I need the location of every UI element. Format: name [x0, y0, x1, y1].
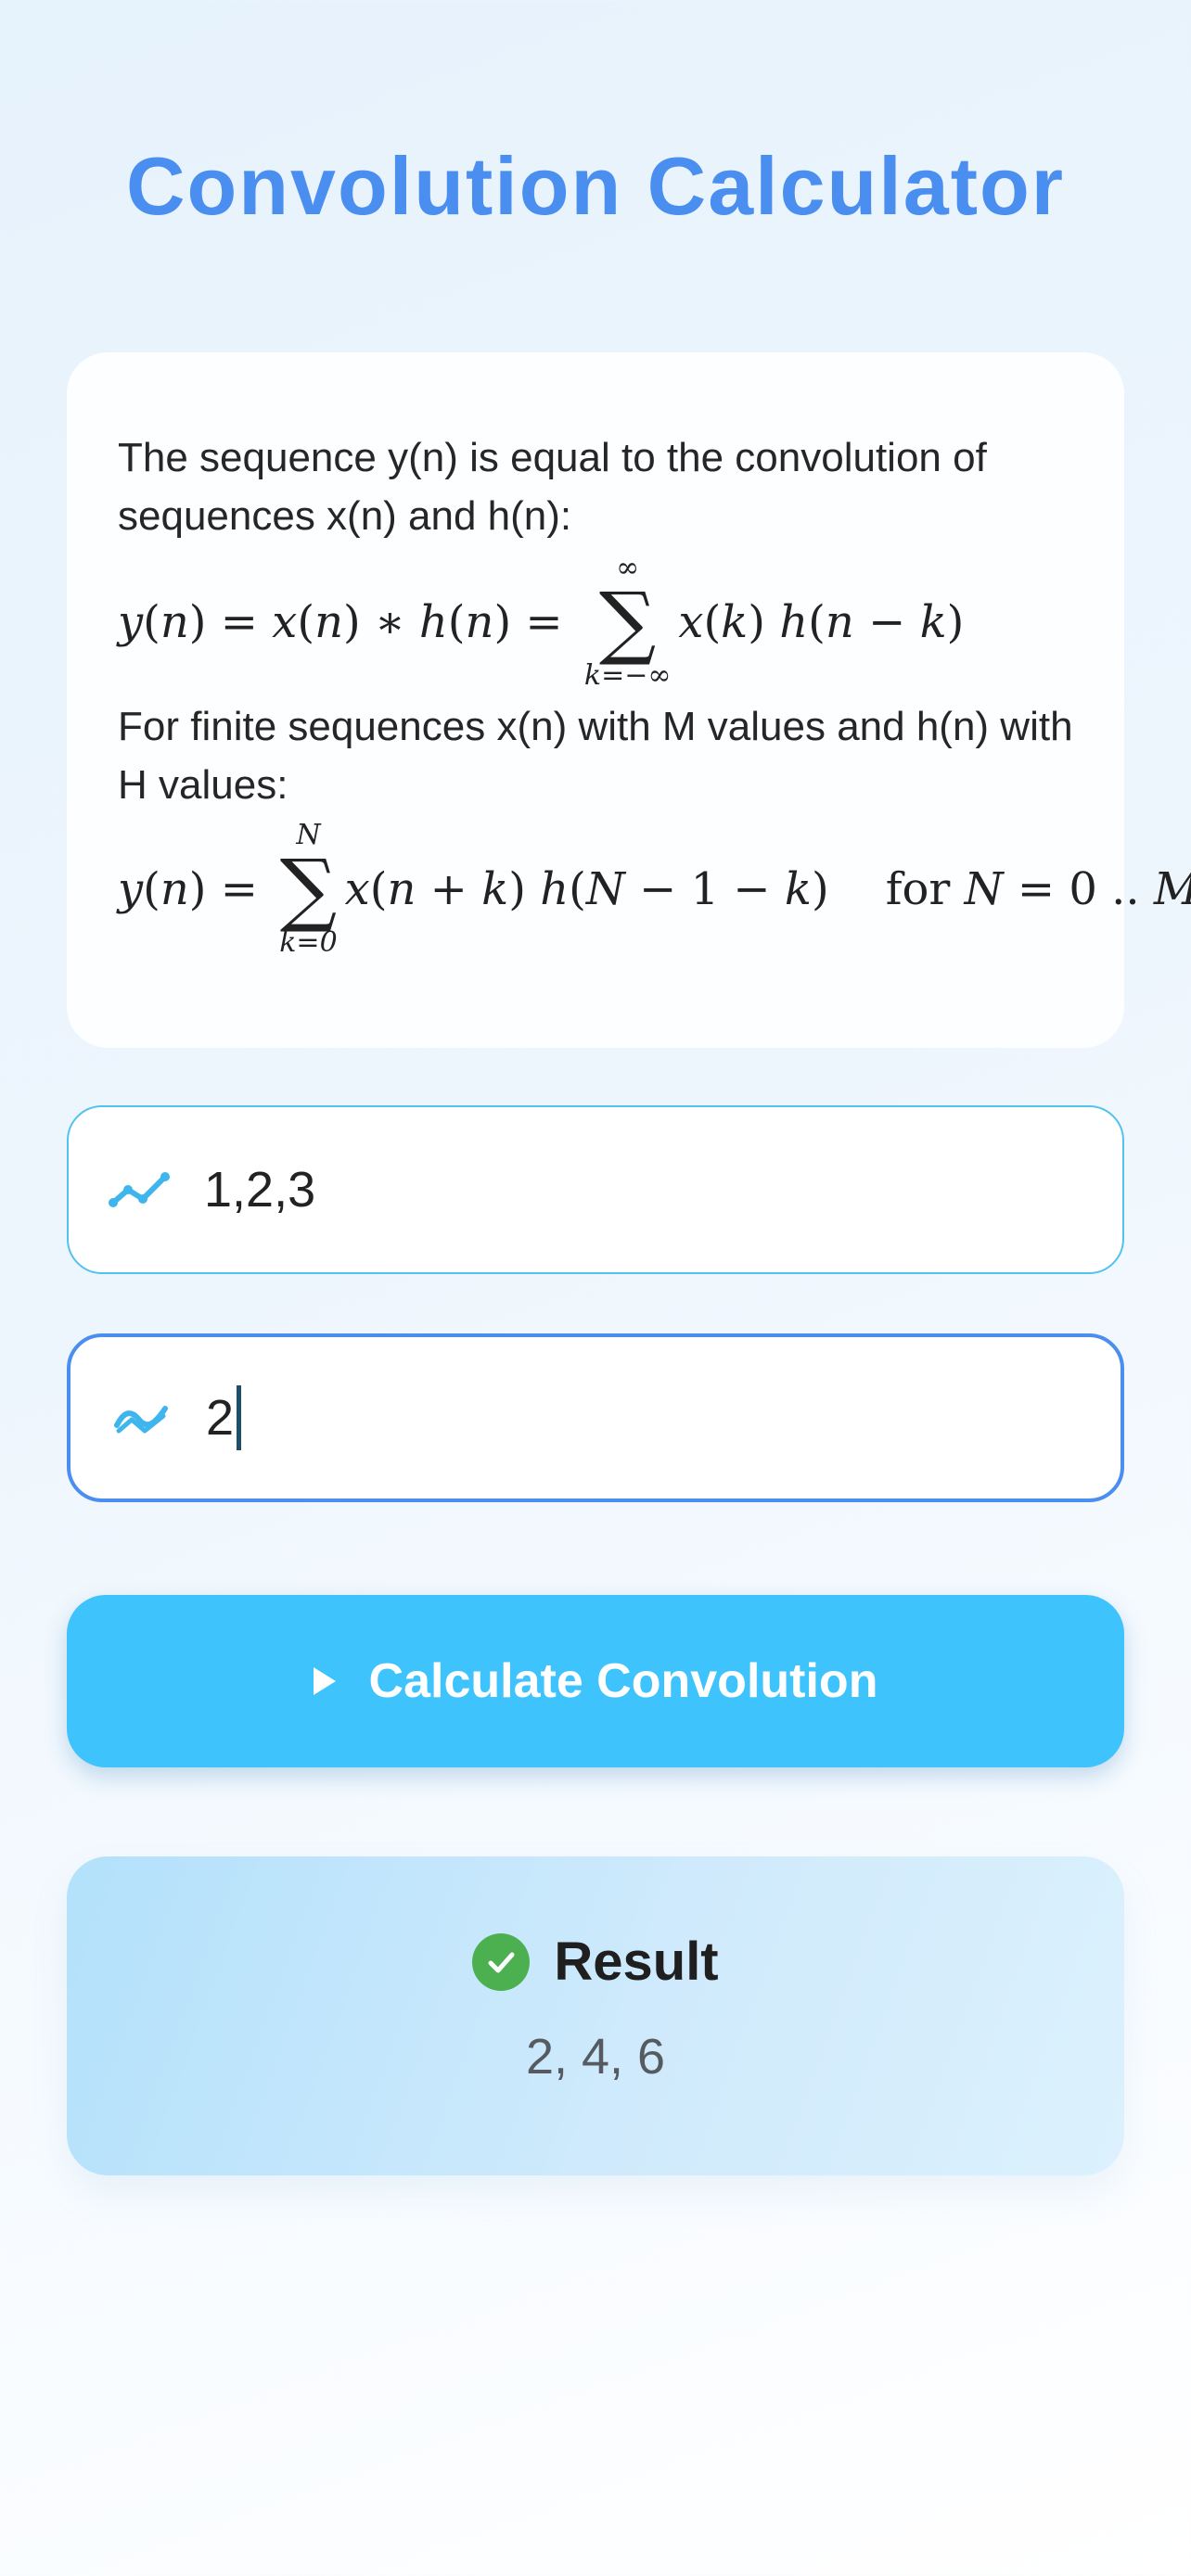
wave-chart-icon: [104, 1397, 178, 1438]
check-circle-icon: [472, 1932, 531, 1991]
finite-text: For finite sequences x(n) with M values …: [118, 704, 1073, 808]
result-value: 2, 4, 6: [525, 2029, 666, 2085]
calculate-convolution-button[interactable]: Calculate Convolution: [67, 1595, 1124, 1767]
convolution-formula: y(n) = x(n) ∗ h(n) = ∞ ∑ k=−∞ x(k) h(n −…: [118, 552, 965, 692]
h-sequence-input[interactable]: 2: [67, 1333, 1124, 1502]
text-caret: [237, 1385, 242, 1450]
result-label: Result: [554, 1932, 719, 1992]
finite-formula: y(n) = N ∑ k=0 x(n + k) h(N − 1 − k) for…: [118, 819, 1191, 959]
info-card: The sequence y(n) is equal to the convol…: [67, 352, 1191, 1048]
calculate-button-label: Calculate Convolution: [368, 1654, 878, 1708]
x-sequence-value: 1,2,3: [204, 1162, 316, 1218]
intro-text: The sequence y(n) is equal to the convol…: [118, 435, 987, 539]
h-sequence-field[interactable]: 2: [206, 1385, 242, 1450]
page-title: Convolution Calculator: [126, 140, 1065, 232]
x-sequence-input[interactable]: 1,2,3: [67, 1105, 1124, 1274]
h-sequence-value: 2: [206, 1390, 235, 1446]
play-icon: [313, 1667, 336, 1695]
result-header: Result: [472, 1931, 719, 1993]
result-card: Result 2, 4, 6: [67, 1856, 1124, 2175]
line-chart-icon: [102, 1169, 176, 1210]
